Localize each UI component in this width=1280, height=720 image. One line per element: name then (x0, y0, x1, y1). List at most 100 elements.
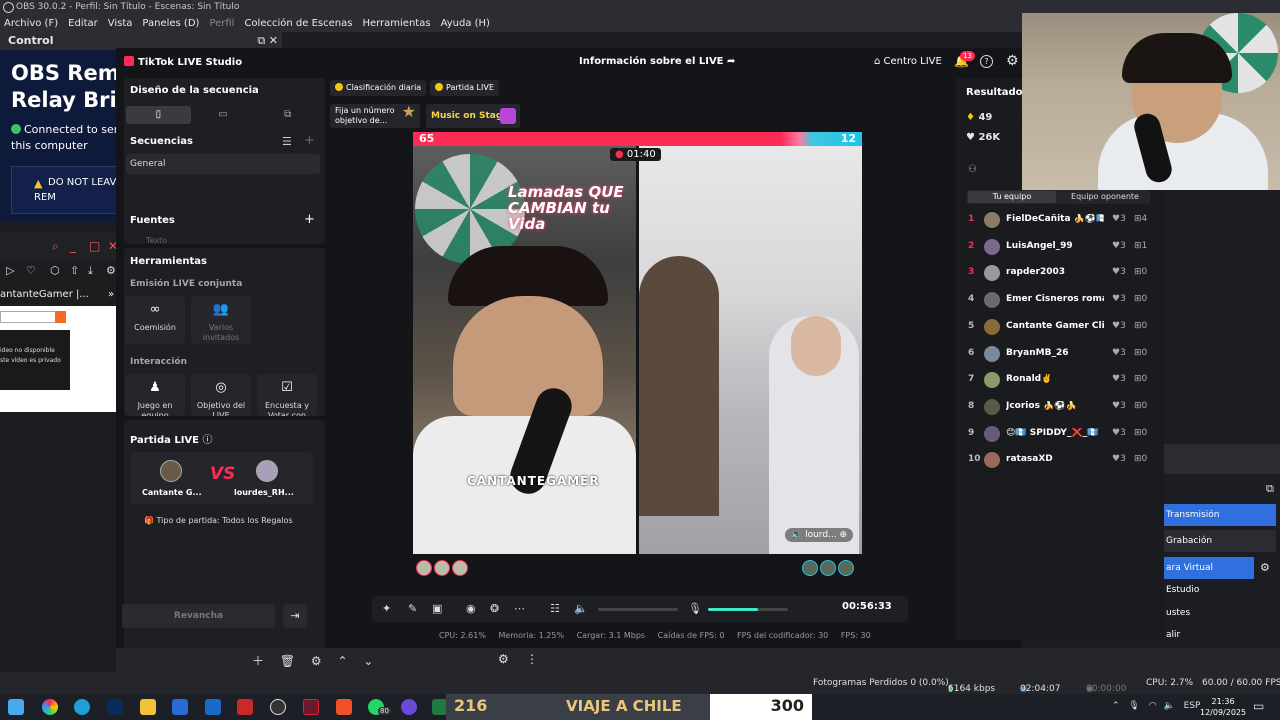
store-icon[interactable] (172, 699, 188, 715)
obs-taskbar-icon[interactable] (270, 699, 286, 715)
effects-icon[interactable]: ❂ (490, 602, 499, 615)
microphone-icon[interactable]: 🎙 (688, 602, 702, 615)
mic-level-slider[interactable] (708, 608, 788, 611)
help-icon[interactable]: ? (980, 55, 993, 68)
settings-button[interactable]: ustes (1164, 602, 1276, 624)
start-stream-button[interactable]: Transmisión (1164, 504, 1276, 526)
volume-icon[interactable]: 🔈 (574, 602, 588, 615)
edge-icon[interactable] (74, 699, 90, 715)
list-item[interactable]: 10 ratasaXD ♥3 ⊞0 (966, 450, 1160, 470)
menu-perfil[interactable]: Perfil (209, 15, 234, 32)
pin-goal-card[interactable]: Fija un número objetivo de... ★ (330, 104, 420, 128)
menu-vista[interactable]: Vista (108, 15, 133, 32)
live-info-button[interactable]: Información sobre el LIVE ➦ (579, 56, 735, 67)
layout-vertical-tab[interactable]: ▯ (126, 106, 191, 124)
info-icon[interactable]: ⓘ (202, 435, 212, 446)
heart-icon[interactable]: ♡ (26, 264, 36, 277)
gear-icon[interactable]: ⚙ (311, 654, 322, 668)
play-icon[interactable]: ▷ (6, 264, 14, 277)
search-icon[interactable]: ⌕ (52, 239, 59, 254)
avatar[interactable] (416, 560, 432, 576)
list-item[interactable]: 8 Jcorios 🍌⚽️🍌 ♥3 ⊞0 (966, 397, 1160, 417)
maximize-icon[interactable]: □ (89, 239, 100, 253)
list-item[interactable]: 7 Ronald✌️ ♥3 ⊞0 (966, 370, 1160, 390)
menu-editar[interactable]: Editar (68, 15, 98, 32)
notifications-icon[interactable]: ▭ (1253, 699, 1264, 713)
list-item[interactable]: 1 FielDeCañita 🍌⚽️🇬🇹❄️ ♥3 ⊞4 (966, 210, 1160, 230)
chevron-down-icon[interactable]: ⌄ (363, 654, 373, 668)
brave-icon[interactable] (336, 699, 352, 715)
music-on-stage-card[interactable]: Music on Stage (426, 104, 520, 128)
more-icon[interactable]: ⋯ (514, 602, 525, 615)
gear-icon[interactable]: ⚙ (1006, 53, 1019, 69)
start-record-button[interactable]: Grabación (1164, 530, 1276, 552)
layout-horizontal-tab[interactable]: ▭ (191, 106, 256, 124)
chevron-up-icon[interactable]: ⌃ (1112, 701, 1120, 711)
mail-icon[interactable] (237, 699, 253, 715)
opponent-tag[interactable]: 🔈 lourd... ⊕ (785, 528, 854, 542)
list-item[interactable]: 3 rapder2003 ♥3 ⊞0 (966, 263, 1160, 283)
list-item[interactable]: 5 Cantante Gamer Clips ... ♥3 ⊞0 (966, 317, 1160, 337)
browser-channel-tab[interactable]: antanteGamer |...» (0, 286, 120, 304)
user-icon[interactable]: ⚇ (968, 164, 977, 175)
photoshop-icon[interactable] (107, 699, 123, 715)
extensions-icon[interactable]: ⬡ (50, 264, 60, 277)
opera-icon[interactable] (303, 699, 319, 715)
avatar[interactable] (452, 560, 468, 576)
centro-live-button[interactable]: ⌂ Centro LIVE (874, 56, 942, 67)
list-item[interactable]: 9 😊🇬🇹 SPIDDY_❌_🇬🇹 ♥3 ⊞0 (966, 424, 1160, 444)
minimize-icon[interactable]: _ (70, 239, 76, 253)
rematch-button[interactable]: Revancha (122, 604, 275, 628)
list-item[interactable]: 4 Emer Cisneros romani ♥3 ⊞0 (966, 290, 1160, 310)
gear-icon[interactable]: ⚙ (1260, 561, 1270, 574)
more-vertical-icon[interactable]: ⋮ (526, 652, 538, 666)
daily-ranking-chip[interactable]: Clasificación diaria (330, 80, 427, 96)
messenger-icon[interactable] (401, 699, 417, 715)
menu-herramientas[interactable]: Herramientas (362, 15, 430, 32)
add-source-icon[interactable]: + (304, 212, 315, 227)
exit-button[interactable]: alir (1164, 624, 1276, 646)
avatar[interactable] (820, 560, 836, 576)
copilot-icon[interactable] (42, 699, 58, 715)
cohost-button[interactable]: ∞ Coemisión (125, 296, 185, 344)
share-icon[interactable]: ⇧ (70, 264, 79, 277)
menu-paneles[interactable]: Paneles (D) (142, 15, 199, 32)
list-item[interactable]: 2 LuisAngel_99 ♥3 ⊞1 (966, 237, 1160, 257)
team-game-button[interactable]: ♟ Juego en equipo (125, 374, 185, 416)
tab-opponent-team[interactable]: Equipo oponente (1062, 191, 1148, 203)
live-party-chip[interactable]: Partida LIVE (430, 80, 499, 96)
avatar[interactable] (838, 560, 854, 576)
trash-icon[interactable]: 🗑 (280, 654, 295, 668)
add-icon[interactable]: ＋ (252, 654, 264, 668)
avatar[interactable] (802, 560, 818, 576)
edit-layout-icon[interactable]: ✎ (408, 602, 417, 615)
wifi-icon[interactable]: ◠ (1149, 701, 1157, 711)
volume-icon[interactable]: 🔈 (1163, 701, 1174, 711)
sequence-item-general[interactable]: General (126, 154, 320, 174)
menu-ayuda[interactable]: Ayuda (H) (441, 15, 490, 32)
outlook-icon[interactable] (205, 699, 221, 715)
sliders-icon[interactable]: ☷ (550, 602, 560, 615)
screen-icon[interactable]: ▣ (432, 602, 442, 615)
source-item-text[interactable]: Texto (146, 236, 167, 245)
avatar[interactable] (434, 560, 450, 576)
poll-button[interactable]: ☑ Encuesta y Votar con (257, 374, 317, 416)
filter-icon[interactable]: ⚙ (498, 652, 509, 666)
record-icon[interactable]: ◉ (466, 602, 476, 615)
layout-multi-tab[interactable]: ⧉ (255, 106, 320, 124)
settings-icon[interactable]: ⚙ (106, 264, 116, 277)
search-button[interactable] (55, 311, 66, 323)
menu-archivo[interactable]: Archivo (F) (4, 15, 58, 32)
microphone-icon[interactable]: 🎙 (1128, 701, 1139, 711)
live-goal-button[interactable]: ◎ Objetivo del LIVE (191, 374, 251, 416)
list-icon[interactable]: ☰ (282, 135, 292, 148)
exit-party-button[interactable]: ⇥ (283, 604, 307, 628)
add-sequence-icon[interactable]: + (304, 133, 315, 148)
close-dock-icon[interactable]: ✕ (269, 34, 278, 47)
virtual-camera-button[interactable]: ara Virtual (1164, 557, 1254, 579)
file-explorer-icon[interactable] (140, 699, 156, 715)
download-icon[interactable]: ⤓ (88, 264, 93, 278)
magic-wand-icon[interactable]: ✦ (382, 602, 391, 615)
chevron-right-icon[interactable]: » (108, 286, 114, 304)
multi-guest-button[interactable]: 👥 Varios invitados (191, 296, 251, 344)
